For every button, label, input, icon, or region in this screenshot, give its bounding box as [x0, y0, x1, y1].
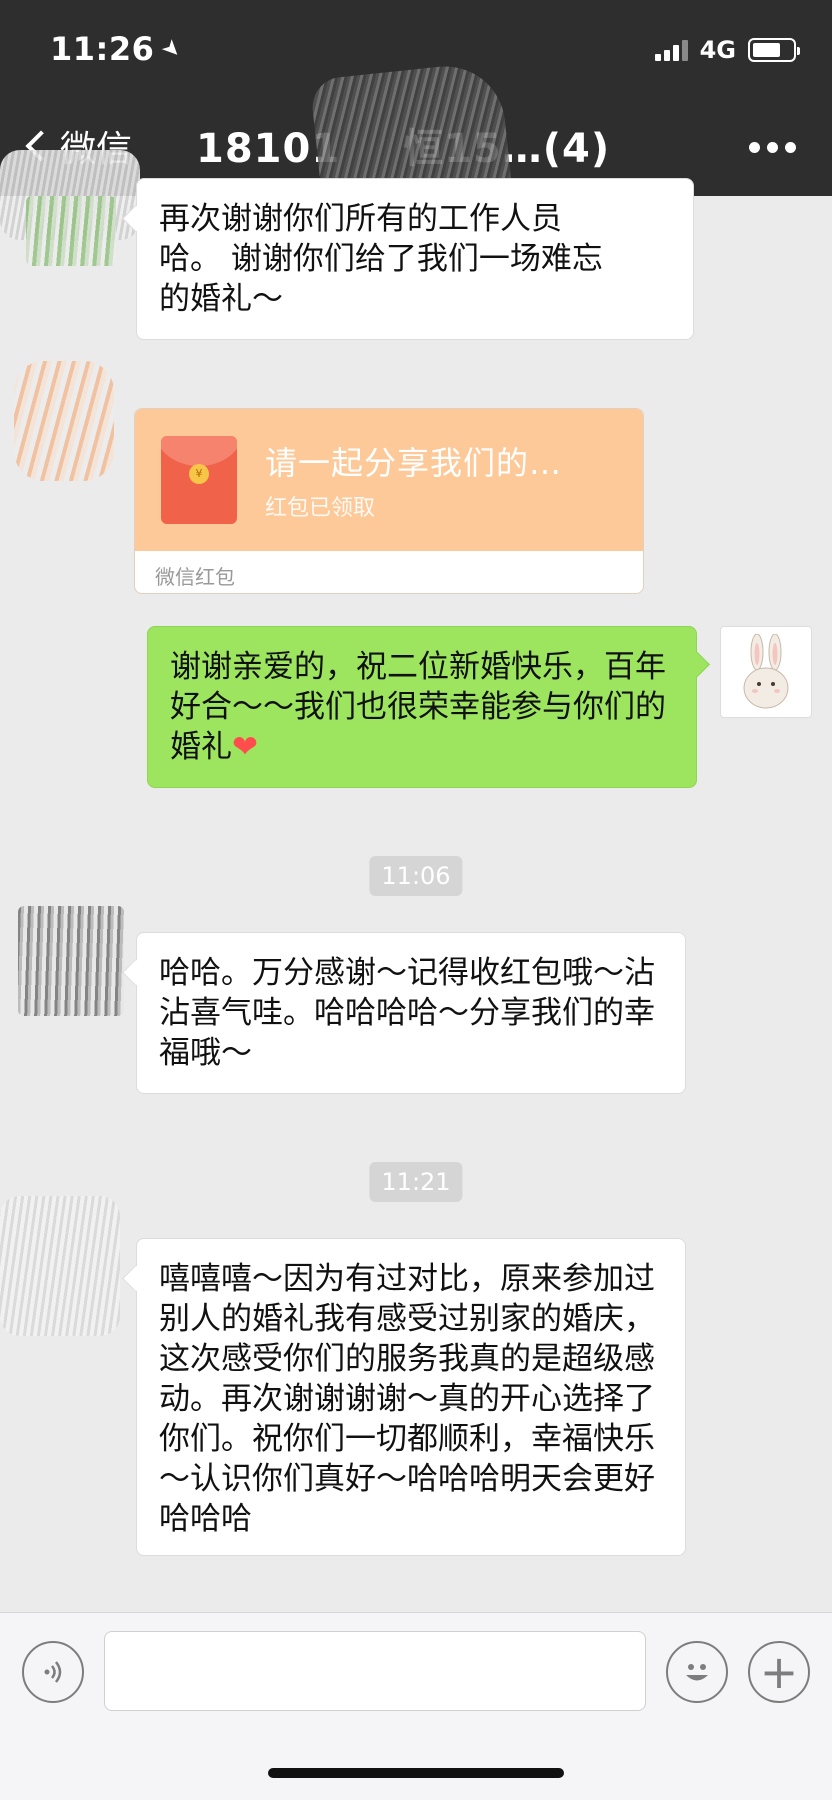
message-text: 哈哈。万分感谢～记得收红包哦～沾沾喜气哇。哈哈哈哈～分享我们的幸福哦～: [159, 955, 655, 1071]
red-packet-footer: 微信红包: [155, 565, 235, 589]
message-bubble-sent[interactable]: 谢谢亲爱的，祝二位新婚快乐，百年好合～～我们也很荣幸能参与你们的婚礼❤: [147, 626, 697, 788]
red-packet-title: 请一起分享我们的…: [265, 444, 563, 482]
message-timestamp: 11:21: [369, 1162, 463, 1202]
plus-icon: +: [759, 1645, 799, 1699]
location-arrow-icon: ➤: [156, 33, 188, 65]
coin-icon: ¥: [189, 464, 209, 484]
message-text-line: 的婚礼～: [159, 281, 283, 317]
message-text: 嘻嘻嘻～因为有过对比，原来参加过别人的婚礼我有感受过别家的婚庆，这次感受你们的服…: [159, 1261, 655, 1537]
message-bubble-received[interactable]: 嘻嘻嘻～因为有过对比，原来参加过别人的婚礼我有感受过别家的婚庆，这次感受你们的服…: [136, 1238, 686, 1556]
more-dots-icon: [749, 142, 760, 153]
emoji-button[interactable]: [666, 1641, 728, 1703]
cellular-signal-icon: [654, 39, 688, 61]
battery-icon: [748, 38, 800, 62]
more-functions-button[interactable]: +: [748, 1641, 810, 1703]
red-packet-body: ¥ 请一起分享我们的… 红包已领取: [135, 409, 643, 551]
message-text-line: 再次谢谢你们所有的工作人员: [159, 201, 562, 237]
more-options-button[interactable]: [749, 142, 796, 153]
message-bubble-received[interactable]: 哈哈。万分感谢～记得收红包哦～沾沾喜气哇。哈哈哈哈～分享我们的幸福哦～: [136, 932, 686, 1094]
avatar-redacted[interactable]: [0, 1196, 120, 1336]
heart-emoji-icon: ❤: [232, 729, 258, 765]
bunny-icon: [743, 634, 789, 709]
status-indicators: 4G: [654, 36, 800, 64]
chat-area[interactable]: 再次谢谢你们所有的工作人员 哈。 谢谢你们给了我们一场难忘 的婚礼～ ¥ 请一起…: [0, 178, 832, 1616]
chat-title: 18101 恒15…(4): [196, 126, 611, 172]
navigation-bar: 微信 18101 恒15…(4): [0, 110, 832, 180]
voice-icon: [44, 1661, 62, 1683]
message-text-input[interactable]: [104, 1631, 646, 1711]
red-packet-card[interactable]: ¥ 请一起分享我们的… 红包已领取 微信红包: [134, 408, 644, 594]
top-bar: 11:26 ➤ 4G 微信 18101 恒15…(4): [0, 0, 832, 196]
voice-input-button[interactable]: [22, 1641, 84, 1703]
avatar-redacted[interactable]: [18, 906, 124, 1016]
message-text-line: 哈。 谢谢你们给了我们一场难忘: [159, 241, 603, 277]
home-indicator: [268, 1768, 564, 1778]
smiley-face-icon: [686, 1664, 708, 1681]
red-packet-status: 红包已领取: [265, 496, 376, 521]
avatar-self[interactable]: [720, 626, 812, 718]
back-label: 微信: [60, 129, 133, 170]
message-timestamp: 11:06: [369, 856, 463, 896]
back-button[interactable]: 微信: [22, 120, 132, 172]
status-time: 11:26 ➤: [50, 30, 187, 68]
avatar-redacted[interactable]: [14, 361, 114, 481]
message-bubble-received[interactable]: 再次谢谢你们所有的工作人员 哈。 谢谢你们给了我们一场难忘 的婚礼～: [136, 178, 694, 340]
red-envelope-icon: ¥: [161, 436, 237, 524]
status-time-label: 11:26: [50, 30, 155, 68]
avatar-redacted[interactable]: [26, 196, 116, 266]
network-type-label: 4G: [699, 36, 736, 64]
chevron-left-icon: [25, 130, 57, 162]
